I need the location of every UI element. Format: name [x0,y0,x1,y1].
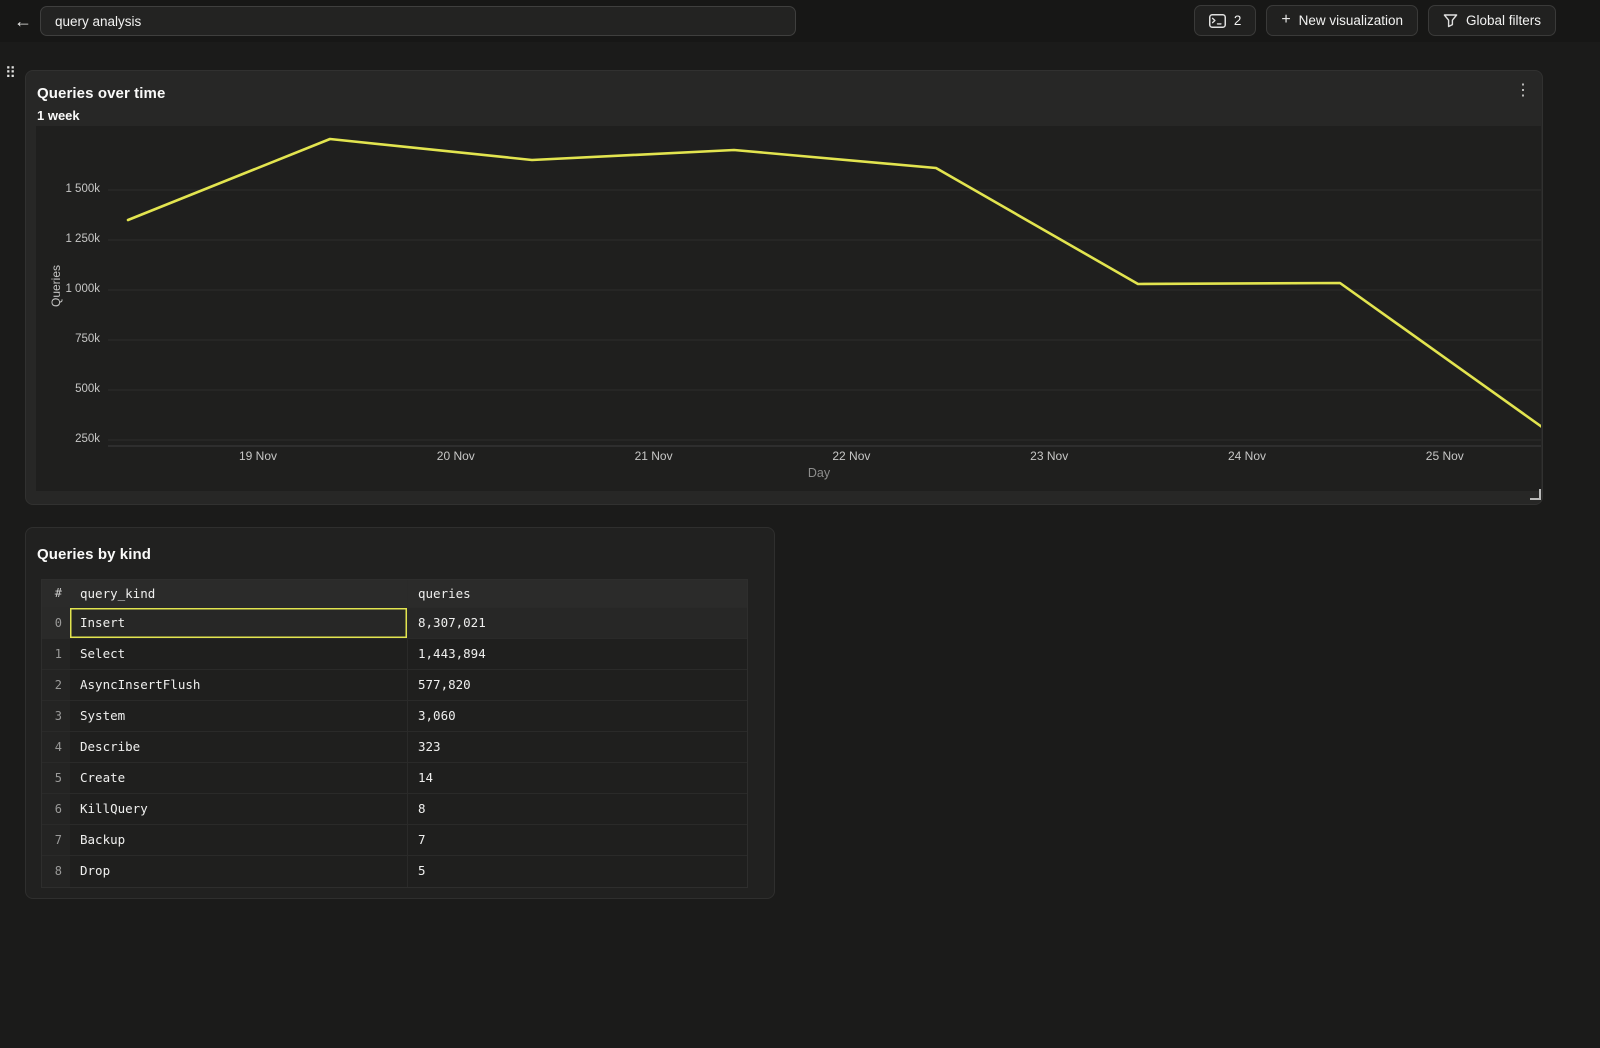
x-tick-label: 19 Nov [223,449,293,463]
back-button[interactable]: ← [8,6,38,36]
topbar-actions: 2 + New visualization Global filters [1194,5,1556,36]
table-header-row: #query_kindqueries [42,580,747,608]
query-kind-cell[interactable]: System [70,701,408,731]
x-tick-label: 20 Nov [421,449,491,463]
open-query-console-button[interactable]: 2 [1194,5,1257,36]
table-row: 1Select1,443,894 [42,639,747,670]
query-kind-cell[interactable]: Drop [70,856,408,887]
global-filters-button[interactable]: Global filters [1428,5,1556,36]
y-tick-label: 250k [36,433,100,445]
query-kind-cell[interactable]: Create [70,763,408,793]
x-tick-label: 21 Nov [619,449,689,463]
table-row: 0Insert8,307,021 [42,608,747,639]
console-icon [1209,14,1226,28]
table-row: 4Describe323 [42,732,747,763]
query-kind-cell[interactable]: Select [70,639,408,669]
y-tick-label: 750k [36,333,100,345]
table-row: 8Drop5 [42,856,747,887]
column-header[interactable]: queries [408,580,747,607]
drag-handle-icon[interactable]: ⠿ [5,64,15,82]
x-tick-label: 25 Nov [1410,449,1480,463]
chart-subtitle: 1 week [37,108,1542,123]
table-row: 2AsyncInsertFlush577,820 [42,670,747,701]
queries-count-cell[interactable]: 8,307,021 [408,608,747,638]
y-tick-label: 1 000k [36,283,100,295]
query-kind-cell[interactable]: Insert [70,608,408,638]
y-tick-label: 500k [36,383,100,395]
table-panel: Queries by kind #query_kindqueries0Inser… [25,527,775,899]
table-row: 6KillQuery8 [42,794,747,825]
y-tick-label: 1 500k [36,183,100,195]
row-index: 4 [42,732,70,762]
queries-line-series [128,139,1541,427]
x-axis-title: Day [769,466,869,480]
row-index: 2 [42,670,70,700]
queries-count-cell[interactable]: 323 [408,732,747,762]
table-row: 5Create14 [42,763,747,794]
query-kind-cell[interactable]: KillQuery [70,794,408,824]
x-tick-label: 23 Nov [1014,449,1084,463]
query-kind-cell[interactable]: Backup [70,825,408,855]
queries-count-cell[interactable]: 1,443,894 [408,639,747,669]
new-visualization-button[interactable]: + New visualization [1266,5,1418,36]
plus-icon: + [1281,11,1290,29]
table-title: Queries by kind [37,546,774,563]
kebab-icon: ⋮ [1515,82,1531,99]
query-kind-cell[interactable]: AsyncInsertFlush [70,670,408,700]
chart-title: Queries over time [37,85,1542,102]
column-header[interactable]: # [42,580,70,607]
new-visualization-label: New visualization [1299,13,1403,28]
row-index: 7 [42,825,70,855]
queries-count-cell[interactable]: 14 [408,763,747,793]
topbar: ← 2 + New visualization Global filters [0,0,1600,42]
panel-menu-button[interactable]: ⋮ [1512,79,1534,101]
table-row: 7Backup7 [42,825,747,856]
column-header[interactable]: query_kind [70,580,408,607]
queries-over-time-line-chart: Queries 1 500k1 250k1 000k750k500k250k 1… [36,126,1541,491]
row-index: 8 [42,856,70,887]
table-row: 3System3,060 [42,701,747,732]
resize-handle-icon[interactable] [1530,489,1541,500]
row-index: 3 [42,701,70,731]
queries-count-cell[interactable]: 7 [408,825,747,855]
row-index: 5 [42,763,70,793]
queries-count-cell[interactable]: 5 [408,856,747,887]
filter-funnel-icon [1443,13,1458,28]
chart-panel: Queries over time 1 week ⋮ Queries 1 500… [25,70,1543,505]
x-tick-label: 22 Nov [816,449,886,463]
queries-by-kind-table: #query_kindqueries0Insert8,307,0211Selec… [41,579,748,888]
global-filters-label: Global filters [1466,13,1541,28]
queries-count-cell[interactable]: 577,820 [408,670,747,700]
y-tick-label: 1 250k [36,233,100,245]
queries-count-cell[interactable]: 3,060 [408,701,747,731]
row-index: 0 [42,608,70,638]
queries-count-cell[interactable]: 8 [408,794,747,824]
x-tick-label: 24 Nov [1212,449,1282,463]
arrow-left-icon: ← [14,11,32,31]
query-kind-cell[interactable]: Describe [70,732,408,762]
console-count: 2 [1234,13,1242,28]
row-index: 1 [42,639,70,669]
dashboard-title-input[interactable] [40,6,796,36]
chart-canvas [36,126,1541,491]
row-index: 6 [42,794,70,824]
